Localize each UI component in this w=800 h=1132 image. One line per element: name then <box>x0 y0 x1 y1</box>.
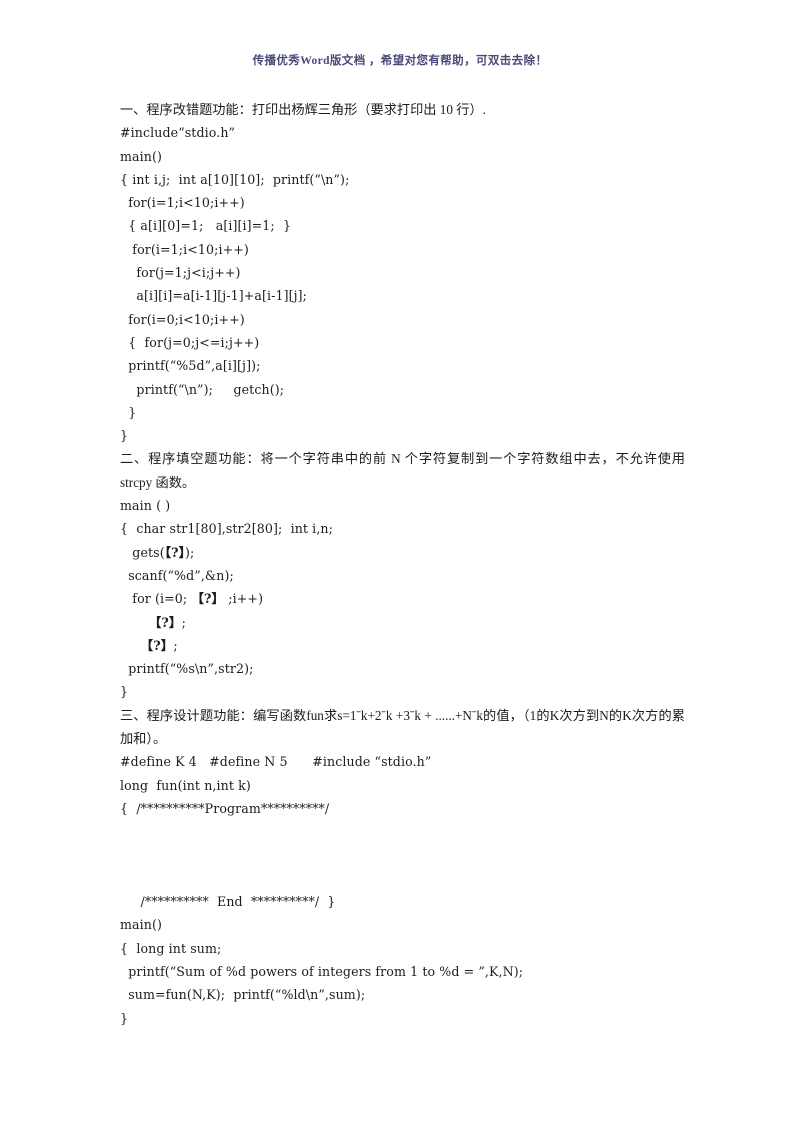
code-line: long fun(int n,int k) <box>120 777 251 793</box>
section-heading: 二、程序填空题功能：将一个字符串中的前 N 个字符复制到一个字符数组中去，不允许… <box>120 451 685 490</box>
section-heading: 三、程序设计题功能：编写函数fun求s=1ˉk+2ˉk +3ˉk + .....… <box>120 707 685 747</box>
code-line: } <box>120 404 137 420</box>
code-line: printf(“%s\n”,str2); <box>120 661 254 677</box>
code-line: printf(“\n”); getch(); <box>120 381 285 397</box>
code-line: #include“stdio.h” <box>120 125 236 141</box>
code-line: #define K 4 #define N 5 #include “stdio.… <box>120 754 432 770</box>
fill-in-blank-marker: 【?】 <box>191 591 225 607</box>
answer-space-line <box>120 844 685 867</box>
code-line: } <box>120 684 129 700</box>
code-line: { char str1[80],str2[80]; int i,n; <box>120 521 333 537</box>
code-line: sum=fun(N,K); printf(“%ld\n”,sum); <box>120 987 366 1003</box>
answer-space-line <box>120 820 685 843</box>
section-1: 一、程序改错题功能：打印出杨辉三角形（要求打印出 10 行）. #include… <box>120 98 685 447</box>
section-2: 二、程序填空题功能：将一个字符串中的前 N 个字符复制到一个字符数组中去，不允许… <box>120 447 685 703</box>
code-line: for(j=1;j<i;j++) <box>120 265 241 281</box>
code-line: for(i=1;i<10;i++) <box>120 195 245 211</box>
code-line-blank: 【?】; <box>140 637 178 653</box>
code-line: } <box>120 428 129 444</box>
code-line: scanf(“%d”,&n); <box>120 567 234 583</box>
section-heading: 一、程序改错题功能：打印出杨辉三角形（要求打印出 10 行）. <box>120 102 486 117</box>
code-line: { long int sum; <box>120 940 222 956</box>
code-line-blank: 【?】; <box>148 614 186 630</box>
code-line: printf(“%5d”,a[i][j]); <box>120 358 261 374</box>
code-comment-program: { /**********Program**********/ <box>120 800 330 816</box>
code-line: { for(j=0;j<=i;j++) <box>120 334 260 350</box>
code-line: for(i=1;i<10;i++) <box>120 241 249 257</box>
code-line: main() <box>120 917 163 933</box>
section-3: 三、程序设计题功能：编写函数fun求s=1ˉk+2ˉk +3ˉk + .....… <box>120 704 685 1030</box>
document-page: 传播优秀Word版文档 ，希望对您有帮助，可双击去除！ 一、程序改错题功能：打印… <box>0 0 800 1132</box>
fill-in-blank-marker: 【?】 <box>140 637 174 653</box>
code-line-blank: for (i=0; 【?】 ;i++) <box>120 591 264 607</box>
code-line: for(i=0;i<10;i++) <box>120 311 245 327</box>
document-body: 一、程序改错题功能：打印出杨辉三角形（要求打印出 10 行）. #include… <box>120 98 685 1030</box>
code-line: main() <box>120 148 163 164</box>
code-line-blank: gets(【?】); <box>120 544 195 560</box>
watermark-header-text: 传播优秀Word版文档 ，希望对您有帮助，可双击去除！ <box>252 55 548 67</box>
code-comment-end: /********** End **********/ } <box>120 894 336 910</box>
code-line: a[i][i]=a[i-1][j-1]+a[i-1][j]; <box>120 288 307 304</box>
code-line: { int i,j; int a[10][10]; printf(“\n”); <box>120 171 350 187</box>
fill-in-blank-marker: 【?】 <box>164 544 186 560</box>
code-line: main ( ) <box>120 498 171 514</box>
fill-in-blank-marker: 【?】 <box>148 614 182 630</box>
answer-space-line <box>120 867 685 890</box>
code-line: printf(“Sum of %d powers of integers fro… <box>120 963 524 979</box>
code-line: { a[i][0]=1; a[i][i]=1; } <box>120 218 292 234</box>
code-line: } <box>120 1010 129 1026</box>
